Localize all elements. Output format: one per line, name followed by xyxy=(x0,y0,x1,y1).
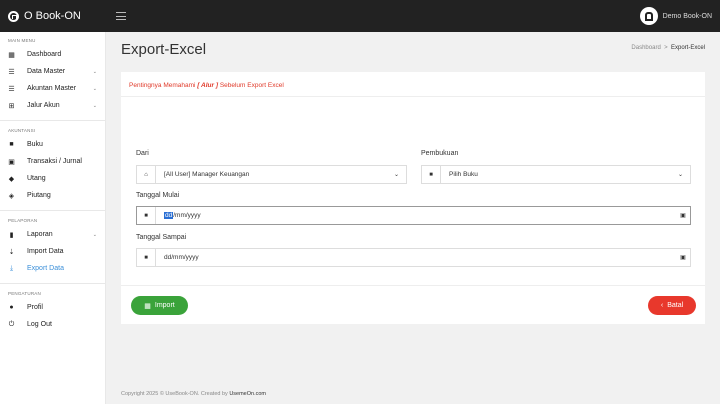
chevron-down-icon: ⌄ xyxy=(92,102,97,109)
sidebar-item-label: Dashboard xyxy=(27,51,62,58)
menu-toggle-icon[interactable] xyxy=(116,12,126,20)
dashboard-icon: ▦ xyxy=(8,51,15,59)
brand-icon xyxy=(8,10,19,22)
sidebar-item-data-master[interactable]: ☰ Data Master ⌄ xyxy=(0,63,105,80)
brand-logo[interactable]: O Book-ON xyxy=(0,10,106,22)
chevron-down-icon: ⌄ xyxy=(394,172,400,178)
file-icon: ▮ xyxy=(9,231,14,239)
sidebar-section-pelaporan: PELAPORAN xyxy=(8,218,38,223)
journal-icon: ▣ xyxy=(8,158,15,166)
sidebar-section-akuntansi: AKUNTANSI xyxy=(8,128,36,133)
calendar-icon[interactable]: ▣ xyxy=(676,254,690,261)
footer-text: Copyright 2025 © UseBook-ON. Created by xyxy=(121,391,228,397)
breadcrumb-current: Export-Excel xyxy=(670,45,705,51)
book-icon: ■ xyxy=(422,166,441,183)
breadcrumb-home[interactable]: Dashboard xyxy=(631,45,660,51)
power-icon: ⏻ xyxy=(8,320,15,328)
list-icon: ☰ xyxy=(8,85,15,93)
tanggal-sampai-label: Tanggal Sampai xyxy=(136,234,187,241)
sidebar-section-pengaturan: PENGATURAN xyxy=(8,291,41,296)
sidebar-item-label: Profil xyxy=(27,304,43,311)
sidebar-item-label: Laporan xyxy=(27,231,53,238)
book-icon: ■ xyxy=(137,207,156,224)
notice-link[interactable]: [ Alur ] xyxy=(197,82,218,89)
sidebar-item-laporan[interactable]: ▮ Laporan ⌄ xyxy=(0,226,105,243)
pembukuan-label: Pembukuan xyxy=(421,150,459,157)
footer-author-link[interactable]: UsemeOn.com xyxy=(229,391,266,397)
sidebar-item-dashboard[interactable]: ▦ Dashboard xyxy=(0,46,105,63)
sidebar-item-label: Data Master xyxy=(27,68,66,75)
sidebar-item-transaksi[interactable]: ▣ Transaksi / Jurnal xyxy=(0,153,105,170)
home-icon: ⌂ xyxy=(137,166,156,183)
sidebar-item-label: Import Data xyxy=(27,248,64,255)
user-avatar-icon xyxy=(639,7,658,25)
import-button-label: Import xyxy=(154,302,175,309)
top-navbar: O Book-ON Demo Book-ON xyxy=(0,0,720,32)
sidebar-item-label: Transaksi / Jurnal xyxy=(27,158,82,165)
list-icon: ☰ xyxy=(8,68,15,76)
grid-icon: ⊞ xyxy=(8,102,15,110)
import-icon: ⇣ xyxy=(8,248,15,256)
dari-label: Dari xyxy=(136,150,149,157)
date-segment-selected: dd xyxy=(164,212,174,219)
import-button[interactable]: ▦ Import xyxy=(131,296,188,315)
tanggal-mulai-value: dd/mm/yyyy xyxy=(156,212,676,219)
brand-name: O Book-ON xyxy=(24,10,81,22)
chevron-down-icon: ⌄ xyxy=(678,172,684,178)
sidebar-item-label: Jalur Akun xyxy=(27,102,60,109)
date-segment-rest: /mm/yyyy xyxy=(173,212,201,219)
sidebar-item-logout[interactable]: ⏻ Log Out xyxy=(0,316,105,333)
chevron-down-icon: ⌄ xyxy=(92,231,97,238)
sidebar-item-profil[interactable]: ● Profil xyxy=(0,299,105,316)
tanggal-mulai-label: Tanggal Mulai xyxy=(136,192,180,199)
batal-button-label: Batal xyxy=(667,302,684,309)
sidebar-section-main: MAIN MENU xyxy=(8,38,36,43)
chevron-down-icon: ⌄ xyxy=(92,85,97,92)
notice-suffix: Sebelum Export Excel xyxy=(219,82,284,89)
export-card: Pentingnya Memahami [ Alur ] Sebelum Exp… xyxy=(121,72,705,324)
calendar-icon[interactable]: ▣ xyxy=(676,212,690,219)
dari-select[interactable]: ⌂ [All User] Manager Keuangan ⌄ xyxy=(136,165,407,184)
sidebar-item-label: Export Data xyxy=(27,265,64,272)
user-menu[interactable]: Demo Book-ON xyxy=(639,7,712,25)
tanggal-sampai-input[interactable]: ■ dd/mm/yyyy ▣ xyxy=(136,248,691,267)
sidebar-item-buku[interactable]: ■ Buku xyxy=(0,136,105,153)
tanggal-mulai-input[interactable]: ■ dd/mm/yyyy ▣ xyxy=(136,206,691,225)
sidebar-item-akuntan-master[interactable]: ☰ Akuntan Master ⌄ xyxy=(0,80,105,97)
dari-select-value: [All User] Manager Keuangan xyxy=(164,171,250,178)
sidebar-item-import-data[interactable]: ⇣ Import Data xyxy=(0,243,105,260)
book-icon: ■ xyxy=(137,249,156,266)
notice-prefix: Pentingnya Memahami xyxy=(129,82,196,89)
tanggal-sampai-value: dd/mm/yyyy xyxy=(164,254,199,261)
footer: Copyright 2025 © UseBook-ON. Created by … xyxy=(121,391,266,397)
user-name: Demo Book-ON xyxy=(662,12,712,20)
book-icon: ■ xyxy=(9,141,14,148)
sidebar-item-label: Piutang xyxy=(27,192,51,199)
main-content: Export-Excel Dashboard > Export-Excel Pe… xyxy=(106,32,720,404)
sidebar-item-piutang[interactable]: ◈ Piutang xyxy=(0,187,105,204)
sidebar-item-export-data[interactable]: ⤓ Export Data xyxy=(0,260,105,277)
sidebar-item-label: Utang xyxy=(27,175,46,182)
breadcrumb-separator: > xyxy=(664,45,668,51)
card-divider xyxy=(121,285,705,286)
table-icon: ▦ xyxy=(144,302,151,310)
notice-banner: Pentingnya Memahami [ Alur ] Sebelum Exp… xyxy=(121,72,705,97)
sidebar-item-label: Buku xyxy=(27,141,43,148)
sidebar-item-label: Akuntan Master xyxy=(27,85,77,92)
tag-icon: ◆ xyxy=(8,175,15,183)
breadcrumb: Dashboard > Export-Excel xyxy=(631,45,705,51)
sidebar-item-jalur-akun[interactable]: ⊞ Jalur Akun ⌄ xyxy=(0,97,105,114)
page-title: Export-Excel xyxy=(121,41,207,58)
chevron-left-icon: ‹ xyxy=(660,302,664,309)
chevron-down-icon: ⌄ xyxy=(92,68,97,75)
pembukuan-select-value: Pilih Buku xyxy=(449,171,478,178)
sidebar-item-label: Log Out xyxy=(27,321,52,328)
pembukuan-select[interactable]: ■ Pilih Buku ⌄ xyxy=(421,165,691,184)
sidebar: MAIN MENU ▦ Dashboard ☰ Data Master ⌄ ☰ … xyxy=(0,32,106,404)
sidebar-item-utang[interactable]: ◆ Utang xyxy=(0,170,105,187)
user-icon: ● xyxy=(9,304,14,311)
batal-button[interactable]: ‹ Batal xyxy=(648,296,696,315)
export-icon: ⤓ xyxy=(9,264,14,272)
tags-icon: ◈ xyxy=(8,192,15,200)
